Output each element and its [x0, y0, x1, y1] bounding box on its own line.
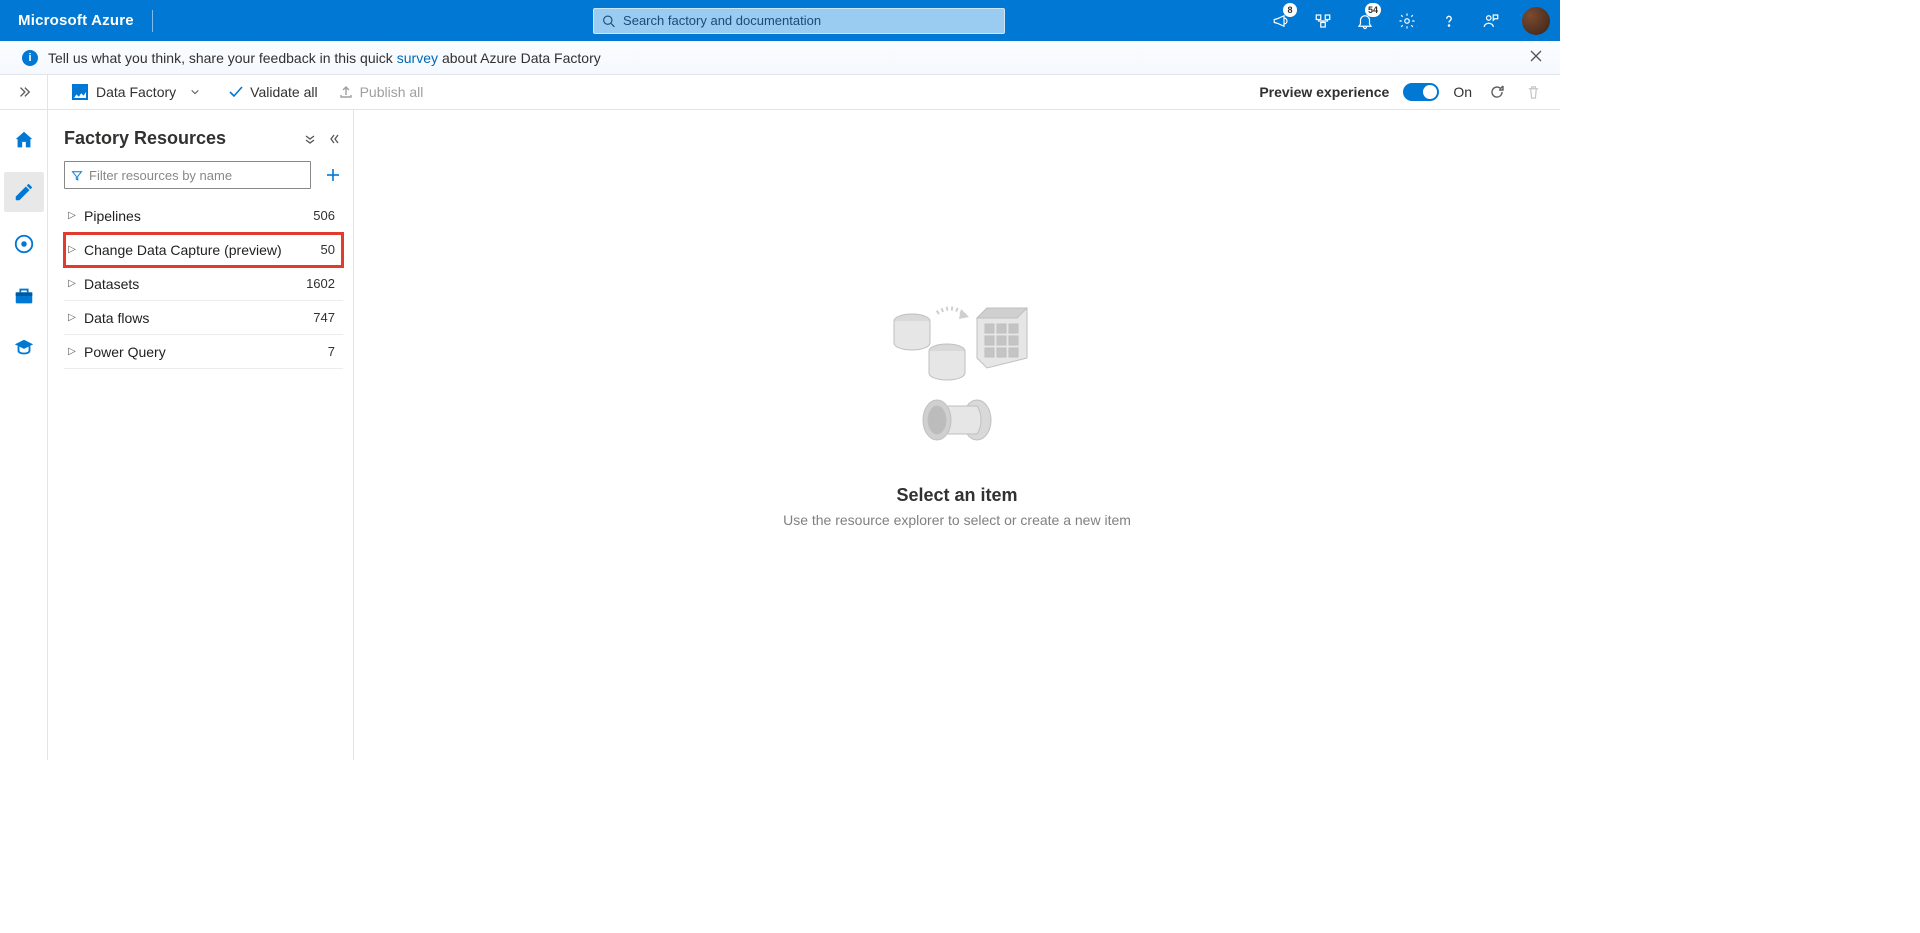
gauge-icon — [13, 233, 35, 255]
authoring-toolbar: Data Factory Validate all Publish all Pr… — [48, 75, 1560, 109]
empty-state: Select an item Use the resource explorer… — [783, 273, 1131, 528]
account-button[interactable] — [1512, 0, 1560, 41]
chevron-double-right-icon — [17, 85, 31, 99]
announcements-button[interactable]: 8 — [1260, 0, 1302, 41]
global-search-input[interactable] — [623, 13, 996, 28]
resource-group-dataflows[interactable]: ▷ Data flows 747 — [64, 301, 343, 335]
chevron-down-icon — [190, 87, 200, 97]
home-icon — [13, 129, 35, 151]
main-canvas: Select an item Use the resource explorer… — [354, 110, 1560, 760]
resource-group-label: Datasets — [84, 276, 306, 292]
caret-right-icon: ▷ — [66, 244, 78, 255]
resource-group-count: 1602 — [306, 276, 339, 291]
data-factory-icon — [72, 84, 88, 100]
add-resource-button[interactable] — [323, 165, 343, 185]
announcement-text-post: about Azure Data Factory — [442, 50, 601, 66]
caret-right-icon: ▷ — [66, 346, 78, 357]
checkmark-icon — [228, 84, 244, 100]
left-nav-rail — [0, 110, 48, 760]
nav-monitor[interactable] — [4, 224, 44, 264]
global-search[interactable] — [593, 8, 1005, 34]
toolbox-icon — [13, 285, 35, 307]
resource-group-count: 506 — [313, 208, 339, 223]
expand-rail-button[interactable] — [0, 75, 48, 109]
preview-experience-state: On — [1453, 84, 1472, 100]
top-bar-actions: 8 54 — [1260, 0, 1560, 41]
resource-tree: ▷ Pipelines 506 ▷ Change Data Capture (p… — [64, 199, 343, 369]
brand-label[interactable]: Microsoft Azure — [0, 12, 152, 29]
resource-group-cdc[interactable]: ▷ Change Data Capture (preview) 50 — [64, 233, 343, 267]
nav-home[interactable] — [4, 120, 44, 160]
empty-state-title: Select an item — [783, 485, 1131, 506]
filter-icon — [71, 169, 83, 182]
preview-experience-toggle[interactable] — [1403, 83, 1439, 101]
person-feedback-icon — [1482, 12, 1500, 30]
avatar — [1522, 7, 1550, 35]
chevron-double-down-icon — [304, 133, 316, 145]
settings-button[interactable] — [1386, 0, 1428, 41]
resource-group-datasets[interactable]: ▷ Datasets 1602 — [64, 267, 343, 301]
factory-group-label: Data Factory — [96, 84, 176, 100]
info-icon: i — [22, 50, 38, 66]
factory-group-dropdown[interactable]: Data Factory — [64, 80, 208, 104]
resource-group-count: 747 — [313, 310, 339, 325]
notifications-button[interactable]: 54 — [1344, 0, 1386, 41]
nav-author[interactable] — [4, 172, 44, 212]
resource-group-powerquery[interactable]: ▷ Power Query 7 — [64, 335, 343, 369]
resource-group-label: Pipelines — [84, 208, 313, 224]
filter-resources-input[interactable] — [89, 168, 304, 183]
help-icon — [1440, 12, 1458, 30]
help-button[interactable] — [1428, 0, 1470, 41]
resource-group-pipelines[interactable]: ▷ Pipelines 506 — [64, 199, 343, 233]
announcements-badge: 8 — [1283, 3, 1297, 17]
caret-right-icon: ▷ — [66, 312, 78, 323]
explorer-expand-toggle[interactable] — [301, 130, 319, 148]
validate-all-label: Validate all — [250, 84, 317, 100]
factory-resources-panel: Factory Resources — [48, 110, 354, 760]
caret-right-icon: ▷ — [66, 278, 78, 289]
empty-state-subtitle: Use the resource explorer to select or c… — [783, 512, 1131, 528]
pencil-icon — [13, 181, 35, 203]
resource-group-label: Change Data Capture (preview) — [84, 242, 321, 258]
announcement-text-pre: Tell us what you think, share your feedb… — [48, 50, 393, 66]
feedback-button[interactable] — [1470, 0, 1512, 41]
explorer-collapse-button[interactable] — [325, 130, 343, 148]
directory-button[interactable] — [1302, 0, 1344, 41]
empty-state-illustration — [857, 273, 1057, 473]
publish-all-button[interactable]: Publish all — [338, 84, 424, 100]
announcement-bar: i Tell us what you think, share your fee… — [0, 41, 1560, 75]
trash-icon — [1526, 85, 1541, 100]
gear-icon — [1398, 12, 1416, 30]
publish-all-label: Publish all — [360, 84, 424, 100]
resource-group-label: Power Query — [84, 344, 328, 360]
search-icon — [602, 14, 615, 28]
brand-divider — [152, 10, 153, 32]
validate-all-button[interactable]: Validate all — [228, 84, 317, 100]
notifications-badge: 54 — [1365, 3, 1381, 17]
refresh-button[interactable] — [1486, 81, 1508, 103]
announcement-link[interactable]: survey — [397, 50, 438, 66]
refresh-icon — [1489, 84, 1505, 100]
explorer-title: Factory Resources — [64, 128, 301, 149]
filter-resources-input-wrap[interactable] — [64, 161, 311, 189]
caret-right-icon: ▷ — [66, 210, 78, 221]
chevron-double-left-icon — [328, 133, 340, 145]
resource-group-label: Data flows — [84, 310, 313, 326]
nav-manage[interactable] — [4, 276, 44, 316]
graduation-cap-icon — [13, 337, 35, 359]
resource-group-count: 7 — [328, 344, 339, 359]
plus-icon — [325, 167, 341, 183]
discard-button[interactable] — [1522, 81, 1544, 103]
nav-learn[interactable] — [4, 328, 44, 368]
announcement-close-button[interactable] — [1524, 43, 1548, 73]
preview-experience-label: Preview experience — [1259, 84, 1389, 100]
upload-icon — [338, 84, 354, 100]
directory-icon — [1314, 12, 1332, 30]
azure-top-bar: Microsoft Azure 8 54 — [0, 0, 1560, 41]
resource-group-count: 50 — [321, 242, 339, 257]
close-icon — [1530, 50, 1542, 62]
